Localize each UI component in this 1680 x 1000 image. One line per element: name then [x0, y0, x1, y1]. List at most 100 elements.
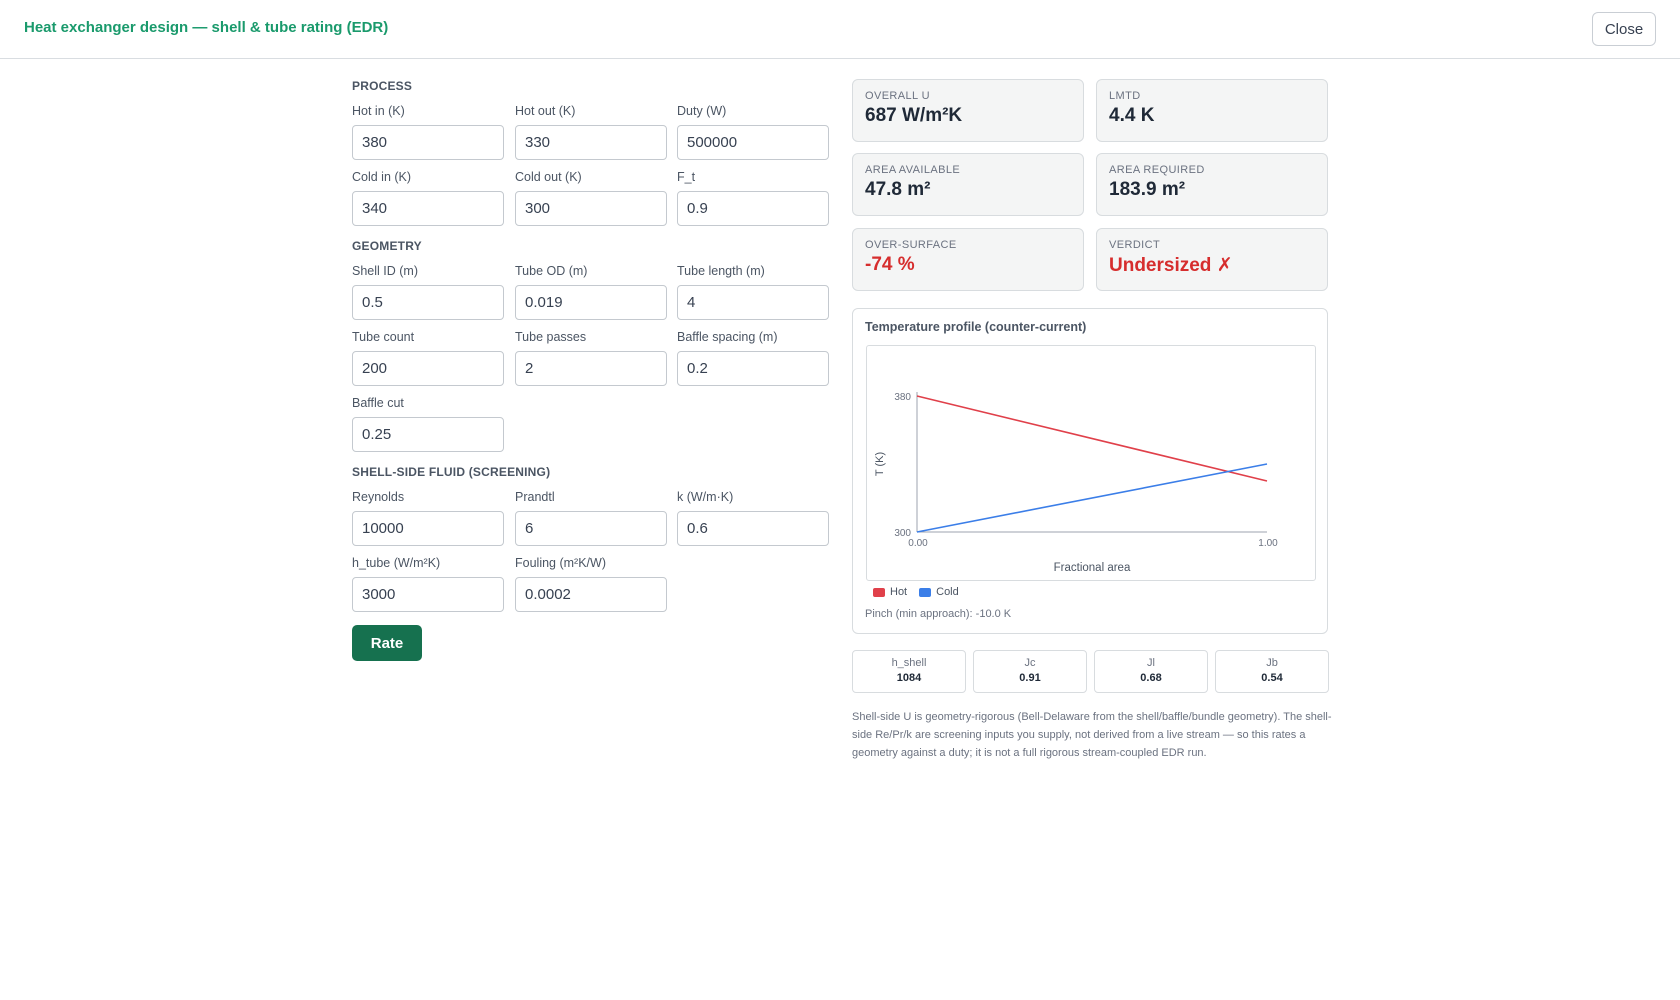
field-conductivity: k (W/m·K): [677, 489, 829, 546]
tube-passes-input[interactable]: [515, 351, 667, 386]
tube-od-input[interactable]: [515, 285, 667, 320]
stat-label: AREA REQUIRED: [1109, 164, 1205, 176]
coef-label: h_shell: [891, 657, 927, 669]
stat-label: AREA AVAILABLE: [865, 164, 961, 176]
result-card-verdict: VERDICT Undersized ✗: [1096, 228, 1328, 291]
field-fouling: Fouling (m²K/W): [515, 555, 667, 612]
close-button[interactable]: Close: [1592, 12, 1656, 46]
tube-count-input[interactable]: [352, 351, 504, 386]
coef-label: Jl: [1147, 657, 1155, 669]
page-title: Heat exchanger design — shell & tube rat…: [24, 19, 389, 36]
field-tube-length: Tube length (m): [677, 263, 829, 320]
field-hot-out: Hot out (K): [515, 103, 667, 160]
x-tick-label: 0.00: [908, 538, 928, 549]
hot-out-input[interactable]: [515, 125, 667, 160]
field-cold-in: Cold in (K): [352, 169, 504, 226]
field-label: Prandtl: [515, 490, 555, 504]
result-card-lmtd: LMTD 4.4 K: [1096, 79, 1328, 142]
field-label: Reynolds: [352, 490, 405, 504]
field-shell-id: Shell ID (m): [352, 263, 504, 320]
section-heading-shell-fluid: SHELL-SIDE FLUID (SCREENING): [352, 465, 551, 479]
stat-value: 4.4 K: [1109, 105, 1155, 126]
field-label: Cold out (K): [515, 170, 582, 184]
stat-label: OVERALL U: [865, 90, 930, 102]
field-ft: F_t: [677, 169, 829, 226]
ft-input[interactable]: [677, 191, 829, 226]
legend-item-cold: Cold: [919, 586, 959, 598]
coef-value: 1084: [896, 672, 922, 684]
field-label: Fouling (m²K/W): [515, 556, 606, 570]
chart-legend: Hot Cold: [873, 586, 959, 598]
stat-value: 47.8 m²: [865, 179, 931, 200]
series-line-cold: [916, 463, 1268, 533]
field-reynolds: Reynolds: [352, 489, 504, 546]
cold-in-input[interactable]: [352, 191, 504, 226]
coef-label: Jb: [1266, 657, 1278, 669]
stat-value: Undersized ✗: [1109, 255, 1233, 276]
legend-label: Hot: [890, 586, 908, 598]
field-label: F_t: [677, 170, 696, 184]
y-tick-label: 380: [894, 392, 911, 403]
field-cold-out: Cold out (K): [515, 169, 667, 226]
prandtl-input[interactable]: [515, 511, 667, 546]
baffle-spacing-input[interactable]: [677, 351, 829, 386]
field-label: Duty (W): [677, 104, 727, 118]
field-label: Baffle spacing (m): [677, 330, 778, 344]
field-tube-count: Tube count: [352, 329, 504, 386]
coef-card-jc: Jc 0.91: [973, 650, 1087, 693]
shell-id-input[interactable]: [352, 285, 504, 320]
stat-value: 687 W/m²K: [865, 105, 963, 126]
legend-item-hot: Hot: [873, 586, 907, 598]
stat-label: OVER-SURFACE: [865, 239, 957, 251]
rate-button[interactable]: Rate: [352, 625, 422, 661]
field-tube-passes: Tube passes: [515, 329, 667, 386]
field-label: Tube passes: [515, 330, 587, 344]
field-baffle-cut: Baffle cut: [352, 395, 504, 452]
stat-value: 183.9 m²: [1109, 179, 1186, 200]
section-heading-process: PROCESS: [352, 79, 413, 93]
field-label: Tube OD (m): [515, 264, 588, 278]
coef-label: Jc: [1024, 657, 1036, 669]
stat-label: LMTD: [1109, 90, 1141, 102]
field-label: Hot out (K): [515, 104, 576, 118]
field-label: h_tube (W/m²K): [352, 556, 441, 570]
stat-value: -74 %: [865, 254, 915, 275]
field-prandtl: Prandtl: [515, 489, 667, 546]
field-hot-in: Hot in (K): [352, 103, 504, 160]
hot-in-input[interactable]: [352, 125, 504, 160]
coef-value: 0.54: [1261, 672, 1283, 684]
x-axis-label: Fractional area: [1054, 562, 1131, 574]
x-tick-label: 1.00: [1258, 538, 1278, 549]
field-duty: Duty (W): [677, 103, 829, 160]
field-h-tube: h_tube (W/m²K): [352, 555, 504, 612]
coef-card-jb: Jb 0.54: [1215, 650, 1329, 693]
duty-input[interactable]: [677, 125, 829, 160]
coef-card-h-shell: h_shell 1084: [852, 650, 966, 693]
field-label: k (W/m·K): [677, 490, 734, 504]
hot-swatch-icon: [873, 587, 885, 597]
series-line-hot: [916, 395, 1268, 482]
y-axis-label: T (K): [874, 452, 886, 476]
result-card-area-available: AREA AVAILABLE 47.8 m²: [852, 153, 1084, 216]
result-card-overall-u: OVERALL U 687 W/m²K: [852, 79, 1084, 142]
field-label: Tube length (m): [677, 264, 765, 278]
coef-card-jl: Jl 0.68: [1094, 650, 1208, 693]
result-card-over-surface: OVER-SURFACE -74 %: [852, 228, 1084, 291]
coef-value: 0.68: [1140, 672, 1162, 684]
conductivity-input[interactable]: [677, 511, 829, 546]
field-baffle-spacing: Baffle spacing (m): [677, 329, 829, 386]
field-label: Shell ID (m): [352, 264, 418, 278]
baffle-cut-input[interactable]: [352, 417, 504, 452]
field-label: Cold in (K): [352, 170, 412, 184]
result-card-area-required: AREA REQUIRED 183.9 m²: [1096, 153, 1328, 216]
chart-frame: 300 380 0.00 1.00 Fractional area T (K): [866, 345, 1316, 581]
h-tube-input[interactable]: [352, 577, 504, 612]
legend-label: Cold: [936, 586, 959, 598]
cold-out-input[interactable]: [515, 191, 667, 226]
coef-value: 0.91: [1019, 672, 1041, 684]
pinch-readout: Pinch (min approach): -10.0 K: [865, 608, 1012, 620]
tube-length-input[interactable]: [677, 285, 829, 320]
temperature-profile-card: Temperature profile (counter-current) 30…: [852, 308, 1328, 634]
reynolds-input[interactable]: [352, 511, 504, 546]
fouling-input[interactable]: [515, 577, 667, 612]
